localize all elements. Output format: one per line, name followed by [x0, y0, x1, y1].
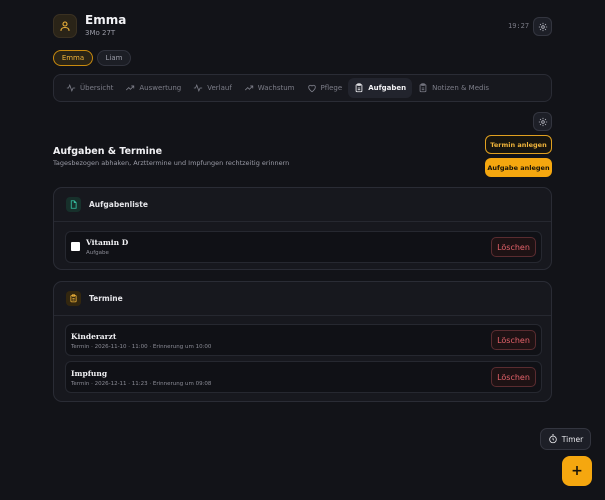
tab-label: Übersicht [80, 84, 114, 92]
delete-button[interactable]: Löschen [491, 237, 536, 257]
task-checkbox[interactable] [71, 242, 80, 251]
tab-auswertung[interactable]: Auswertung [119, 78, 187, 98]
list-item: Vitamin D Aufgabe Löschen [65, 231, 542, 263]
avatar [53, 14, 77, 38]
appointment-details: Termin · 2026-11-10 · 11:00 · Erinnerung… [71, 344, 212, 350]
timer-label: Timer [561, 434, 584, 444]
add-appointment-button[interactable]: Termin anlegen [485, 135, 552, 154]
tab-label: Notizen & Medis [432, 84, 490, 92]
stopwatch-icon [549, 434, 557, 444]
appointments-header: Termine [54, 282, 551, 316]
appointment-title: Impfung [71, 369, 108, 378]
child-chip-liam[interactable]: Liam [97, 50, 131, 66]
calendar-icon [70, 294, 77, 303]
tab-notizen[interactable]: Notizen & Medis [412, 78, 495, 98]
user-icon [60, 21, 70, 32]
pulse-icon [194, 83, 203, 93]
list-item: Impfung Termin · 2026-12-11 · 11:23 · Er… [65, 361, 542, 393]
appointments-card: Termine Kinderarzt Termin · 2026-11-10 ·… [53, 281, 552, 402]
task-list-header: Aufgabenliste [54, 188, 551, 222]
section-settings-button[interactable] [533, 112, 552, 131]
trend-icon [244, 85, 253, 91]
child-chip-emma[interactable]: Emma [53, 50, 93, 66]
tab-label: Pflege [320, 84, 343, 92]
tab-bar: Übersicht Auswertung Verlauf Wachstum Pf… [53, 74, 552, 102]
task-list-card: Aufgabenliste Vitamin D Aufgabe Löschen [53, 187, 552, 270]
tab-label: Aufgaben [368, 84, 407, 92]
clock: 19:27 [508, 22, 530, 30]
profile-age: 3Mo 27T [85, 29, 116, 37]
document-icon [70, 200, 77, 209]
heart-icon [307, 84, 316, 93]
clipboard-icon [355, 83, 363, 93]
tab-label: Wachstum [257, 84, 295, 92]
tab-uebersicht[interactable]: Übersicht [60, 78, 119, 98]
task-list-icon-box [66, 197, 81, 212]
timer-button[interactable]: Timer [540, 428, 591, 450]
settings-button[interactable] [533, 17, 552, 36]
gear-icon [538, 22, 547, 31]
page-title: Aufgaben & Termine [53, 146, 163, 157]
tab-wachstum[interactable]: Wachstum [238, 78, 301, 98]
tab-pflege[interactable]: Pflege [301, 78, 349, 98]
appointments-title: Termine [89, 294, 123, 303]
add-fab-button[interactable]: + [562, 456, 592, 486]
delete-button[interactable]: Löschen [491, 330, 536, 350]
trend-icon [126, 85, 135, 91]
tab-label: Auswertung [139, 84, 182, 92]
add-task-button[interactable]: Aufgabe anlegen [485, 158, 552, 177]
clipboard-icon [419, 83, 427, 93]
profile-name: Emma [85, 13, 127, 27]
gear-icon [538, 117, 547, 126]
appointments-icon-box [66, 291, 81, 306]
task-title: Vitamin D [86, 238, 129, 247]
page-subtitle: Tagesbezogen abhaken, Arzttermine und Im… [53, 159, 290, 167]
task-list-title: Aufgabenliste [89, 200, 148, 209]
pulse-icon [66, 83, 76, 93]
tab-label: Verlauf [207, 84, 232, 92]
appointment-details: Termin · 2026-12-11 · 11:23 · Erinnerung… [71, 381, 212, 387]
tab-verlauf[interactable]: Verlauf [187, 78, 238, 98]
list-item: Kinderarzt Termin · 2026-11-10 · 11:00 ·… [65, 324, 542, 356]
task-type: Aufgabe [86, 250, 109, 256]
appointment-title: Kinderarzt [71, 332, 117, 341]
tab-aufgaben[interactable]: Aufgaben [348, 78, 413, 98]
delete-button[interactable]: Löschen [491, 367, 536, 387]
